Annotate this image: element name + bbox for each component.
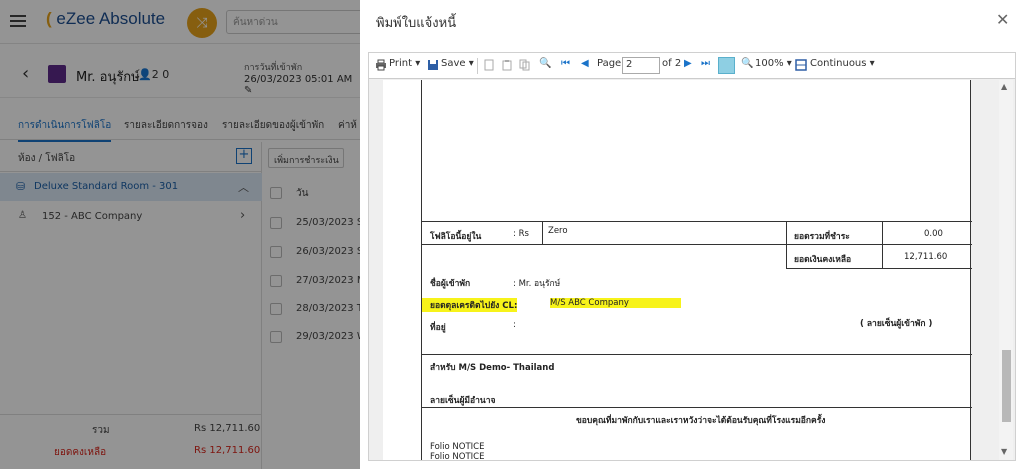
amount-in-words: Zero	[548, 226, 568, 236]
copy-icon[interactable]	[519, 59, 531, 71]
next-page-icon[interactable]: ▶	[684, 58, 692, 69]
scroll-up-icon[interactable]: ▲	[1001, 82, 1007, 91]
document-icon[interactable]	[483, 59, 495, 71]
table-border	[786, 221, 787, 268]
total-paid-label: ยอดรวมที่ชำระ	[794, 232, 850, 242]
guest-name-value: : Mr. อนุรักษ์	[513, 279, 561, 289]
paste-icon[interactable]	[501, 59, 513, 71]
report-viewer: Print ▾ Save ▾ 🔍 ⏮ ◀ Page 2 of 2 ▶ ⏭ 🔍 1…	[368, 52, 1016, 461]
folio-currency: : Rs	[513, 229, 529, 239]
table-border	[882, 221, 883, 268]
folio-notice: Folio NOTICE	[430, 452, 485, 460]
vertical-scrollbar[interactable]: ▲ ▼	[999, 80, 1013, 460]
zoom-dropdown[interactable]: 100% ▾	[755, 58, 792, 69]
table-border	[542, 221, 543, 244]
folio-notice: Folio NOTICE	[430, 442, 485, 452]
find-icon[interactable]: 🔍	[539, 58, 551, 69]
scrollbar-thumb[interactable]	[1002, 350, 1011, 422]
fit-page-icon[interactable]	[718, 57, 735, 74]
save-button[interactable]: Save ▾	[441, 58, 474, 69]
first-page-icon[interactable]: ⏮	[561, 58, 570, 69]
table-border	[786, 268, 972, 269]
credit-to-label: ยอดดุลเครดิตไปยัง CL:	[422, 298, 518, 312]
address-value: :	[513, 320, 516, 330]
table-border	[422, 407, 972, 408]
page-number-input[interactable]: 2	[622, 57, 660, 74]
table-border	[422, 354, 972, 355]
previous-page-icon[interactable]: ◀	[581, 58, 589, 69]
credit-to-value: M/S ABC Company	[550, 298, 681, 308]
address-label: ที่อยู่	[430, 323, 446, 333]
table-border	[422, 221, 972, 222]
for-company-label: สำหรับ M/S Demo- Thailand	[430, 363, 555, 373]
invoice-frame: โฟลิโอนี้อยู่ใน : Rs Zero ยอดรวมที่ชำระ …	[421, 80, 972, 460]
printer-icon	[376, 59, 386, 71]
view-mode-icon	[795, 59, 807, 71]
table-border	[422, 244, 972, 245]
page-label: Page	[597, 58, 622, 69]
modal-backdrop[interactable]	[0, 0, 360, 469]
print-button[interactable]: Print ▾	[389, 58, 420, 69]
close-icon[interactable]: ✕	[996, 10, 1009, 29]
folio-label: โฟลิโอนี้อยู่ใน	[430, 232, 482, 242]
scroll-down-icon[interactable]: ▼	[1001, 447, 1007, 456]
zoom-icon: 🔍	[741, 58, 754, 69]
thank-you-message: ขอบคุณที่มาพักกับเราและเราหวังว่าจะได้ต้…	[576, 416, 826, 426]
viewer-toolbar: Print ▾ Save ▾ 🔍 ⏮ ◀ Page 2 of 2 ▶ ⏭ 🔍 1…	[369, 53, 1015, 79]
guest-signature-label: ( ลายเซ็นผู้เข้าพัก )	[860, 319, 933, 329]
modal-title: พิมพ์ใบแจ้งหนี้	[376, 16, 457, 31]
save-icon	[428, 60, 438, 70]
page-count: of 2	[662, 58, 682, 69]
balance-value: 12,711.60	[904, 252, 948, 262]
document-area[interactable]: โฟลิโอนี้อยู่ใน : Rs Zero ยอดรวมที่ชำระ …	[369, 80, 1015, 460]
last-page-icon[interactable]: ⏭	[701, 58, 710, 69]
toolbar-divider	[477, 58, 478, 74]
balance-label: ยอดเงินคงเหลือ	[794, 255, 852, 265]
guest-name-label: ชื่อผู้เข้าพัก	[430, 279, 471, 289]
total-paid-value: 0.00	[924, 229, 943, 239]
report-page: โฟลิโอนี้อยู่ใน : Rs Zero ยอดรวมที่ชำระ …	[383, 80, 972, 460]
view-mode-dropdown[interactable]: Continuous ▾	[810, 58, 875, 69]
authorized-signature-label: ลายเซ็นผู้มีอำนาจ	[430, 396, 496, 406]
print-invoice-modal: พิมพ์ใบแจ้งหนี้ ✕ Print ▾ Save ▾ 🔍 ⏮ ◀ P…	[360, 0, 1024, 469]
